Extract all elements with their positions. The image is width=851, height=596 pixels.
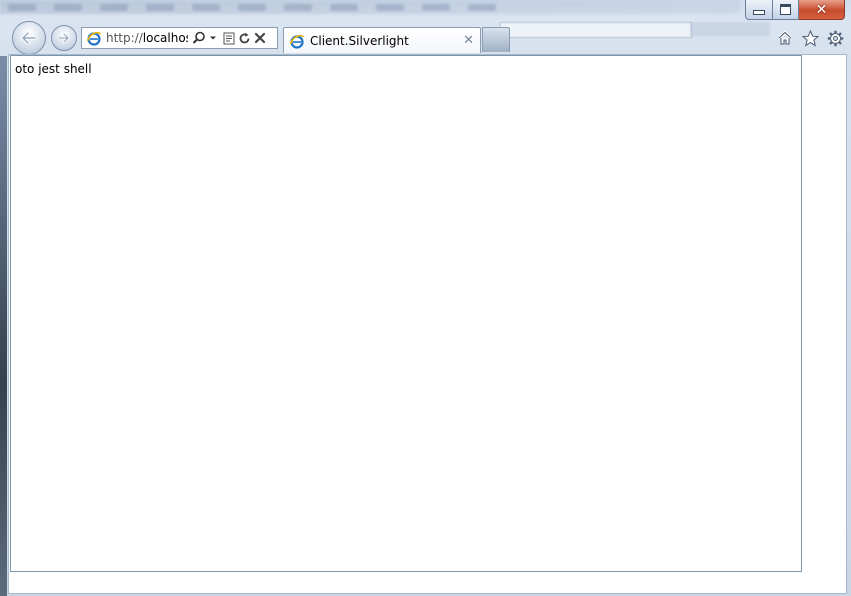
favorites-button[interactable] [801,29,819,47]
search-icon [192,31,205,44]
silverlight-plugin-area[interactable]: oto jest shell [10,55,802,572]
dropdown-arrow-icon [210,36,216,40]
search-button[interactable] [192,29,206,47]
background-window-search [500,22,692,38]
compatibility-view-icon [223,32,235,44]
favorites-star-icon [801,29,819,47]
home-button[interactable] [776,29,794,47]
tab-client-silverlight[interactable]: Client.Silverlight ✕ [283,27,481,53]
ie-page-icon [289,34,305,49]
tab-close-icon[interactable]: ✕ [463,33,474,48]
shell-text: oto jest shell [15,62,92,76]
forward-arrow-icon [57,32,70,44]
command-icons [776,29,844,47]
maximize-button[interactable] [773,0,799,20]
back-arrow-icon [21,31,37,45]
compatibility-view-button[interactable] [223,29,235,47]
back-button[interactable] [12,21,46,55]
tools-gear-icon [827,30,843,46]
background-window-menubar [0,0,740,14]
tab-title: Client.Silverlight [310,33,409,48]
address-bar[interactable]: http://localhost: [81,27,278,49]
minimize-icon [753,10,765,15]
refresh-icon [239,32,250,43]
minimize-button[interactable] [745,0,773,20]
stop-button[interactable] [254,29,266,47]
ie-page-icon [86,31,102,46]
address-url[interactable]: http://localhost: [106,31,188,45]
url-host: localhost: [142,31,188,45]
background-window-tools [690,22,770,36]
home-icon [777,31,793,45]
close-button[interactable]: ✕ [799,0,845,20]
window-edge-left [0,56,7,596]
maximize-icon [780,4,791,15]
url-scheme: http:// [106,31,143,45]
stop-icon [254,32,266,44]
close-icon: ✕ [815,1,828,18]
refresh-button[interactable] [238,29,251,47]
address-dropdown-button[interactable] [209,29,217,47]
new-tab-button[interactable] [482,27,510,52]
tools-button[interactable] [826,29,844,47]
forward-button[interactable] [51,25,77,51]
caption-buttons: ✕ [745,0,845,20]
